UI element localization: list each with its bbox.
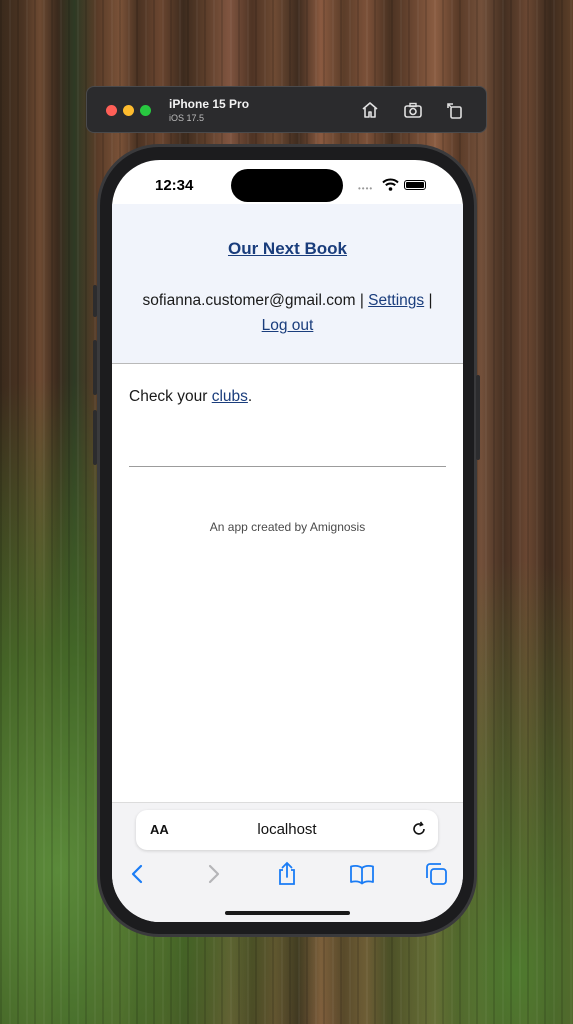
- address-bar[interactable]: AA localhost: [136, 810, 438, 850]
- separator: |: [359, 292, 364, 309]
- tabs-icon[interactable]: [423, 861, 449, 887]
- check-suffix: .: [247, 388, 253, 405]
- cellular-signal-icon: ••••: [358, 184, 374, 193]
- home-icon[interactable]: [360, 100, 380, 120]
- status-icons: ••••: [358, 178, 433, 193]
- back-chevron-icon[interactable]: [125, 861, 151, 887]
- logout-line: Log out: [112, 314, 463, 338]
- check-clubs-text: Check your clubs.: [129, 388, 252, 406]
- share-icon[interactable]: [274, 861, 300, 887]
- footer-credit: An app created by Amignosis: [209, 520, 366, 534]
- page-title[interactable]: Our Next Book: [112, 239, 463, 259]
- settings-link[interactable]: Settings: [368, 292, 424, 309]
- forward-chevron-icon[interactable]: [200, 861, 226, 887]
- zoom-window-button[interactable]: [140, 105, 151, 116]
- logout-link[interactable]: Log out: [262, 317, 314, 334]
- browser-nav-row: [112, 861, 463, 887]
- check-prefix: Check your: [129, 388, 208, 405]
- power-button: [476, 375, 480, 460]
- user-info-line: sofianna.customer@gmail.com | Settings |: [112, 289, 463, 313]
- minimize-window-button[interactable]: [123, 105, 134, 116]
- clubs-link[interactable]: clubs: [212, 388, 248, 405]
- user-email: sofianna.customer@gmail.com: [142, 292, 356, 309]
- close-window-button[interactable]: [106, 105, 117, 116]
- wifi-icon: [382, 178, 399, 196]
- page-header: Our Next Book sofianna.customer@gmail.co…: [112, 204, 463, 364]
- status-time: 12:34: [155, 177, 194, 194]
- rotate-icon[interactable]: [445, 100, 465, 120]
- action-button: [93, 285, 97, 317]
- volume-down-button: [93, 410, 97, 465]
- phone-screen: 12:34 •••• Our Next Book sofianna.custom…: [112, 160, 463, 922]
- os-version: iOS 17.5: [169, 113, 205, 123]
- reload-icon[interactable]: [410, 820, 428, 838]
- bookmarks-book-icon[interactable]: [349, 861, 375, 887]
- dynamic-island: [231, 169, 343, 202]
- safari-toolbar: AA localhost: [112, 802, 463, 922]
- divider: [129, 466, 446, 467]
- volume-up-button: [93, 340, 97, 395]
- screenshot-camera-icon[interactable]: [403, 100, 423, 120]
- simulator-toolbar: iPhone 15 Pro iOS 17.5: [86, 86, 487, 133]
- battery-icon: [404, 180, 426, 190]
- home-indicator: [225, 911, 350, 915]
- url-text[interactable]: localhost: [136, 821, 438, 838]
- device-name: iPhone 15 Pro: [169, 97, 250, 111]
- separator: |: [428, 292, 433, 309]
